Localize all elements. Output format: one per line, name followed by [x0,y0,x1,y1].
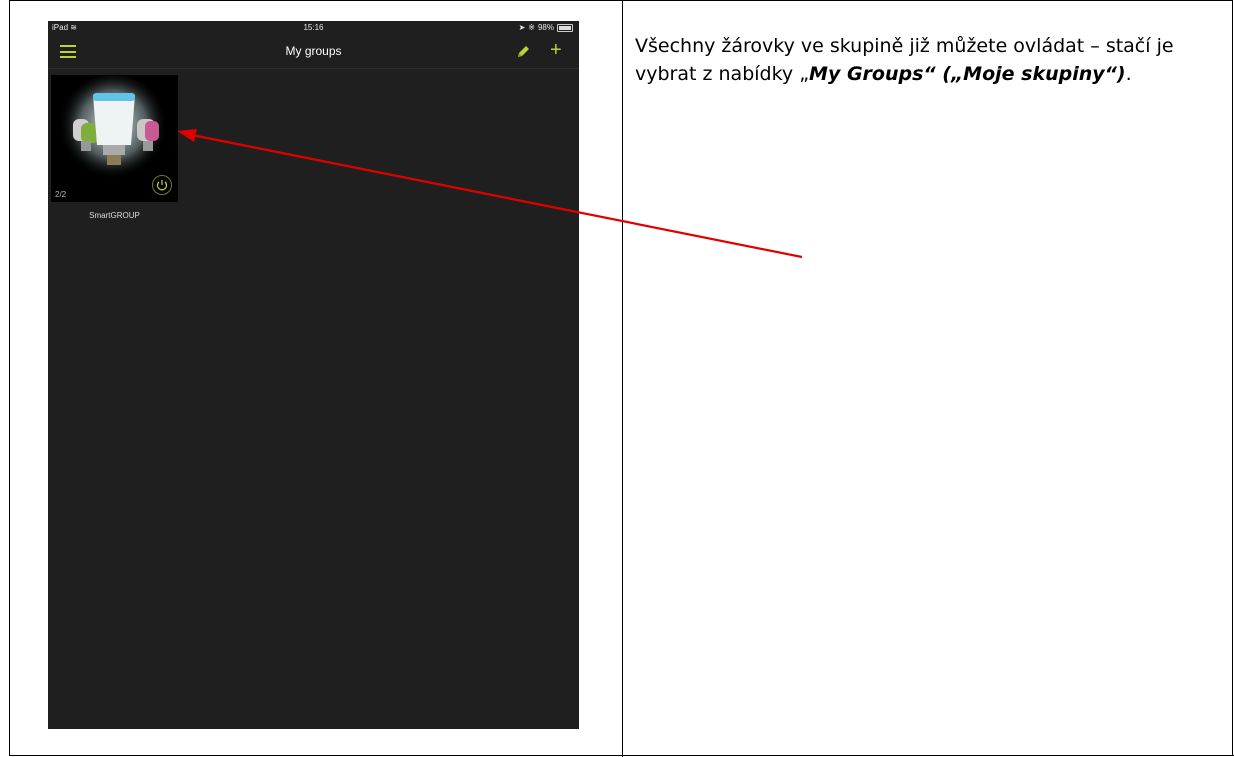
group-name: SmartGROUP [89,211,140,220]
battery-percent: 98% [537,23,554,32]
description-end: . [1125,63,1132,85]
nav-bar: My groups + [48,35,579,69]
group-tile-smartgroup[interactable]: 2/2 [51,75,178,202]
power-icon[interactable] [152,175,172,195]
status-time: 15:16 [303,23,324,32]
description-emphasis: My Groups“ („Moje skupiny“) [809,63,1126,85]
battery-icon [557,24,573,32]
page-title: My groups [285,44,342,58]
bluetooth-icon: ※ [528,23,535,32]
location-icon: ➤ [518,23,526,32]
ipad-screenshot: iPad ≋ 15:16 ➤ ※ 98% My groups + 2/2 Sma… [48,21,579,729]
pencil-icon[interactable] [515,44,531,60]
description-paragraph: Všechny žárovky ve skupině již můžete ov… [635,32,1215,88]
status-bar: iPad ≋ 15:16 ➤ ※ 98% [48,21,579,35]
table-cell-divider [622,1,623,757]
group-count: 2/2 [55,190,67,199]
plus-icon[interactable]: + [550,40,562,60]
